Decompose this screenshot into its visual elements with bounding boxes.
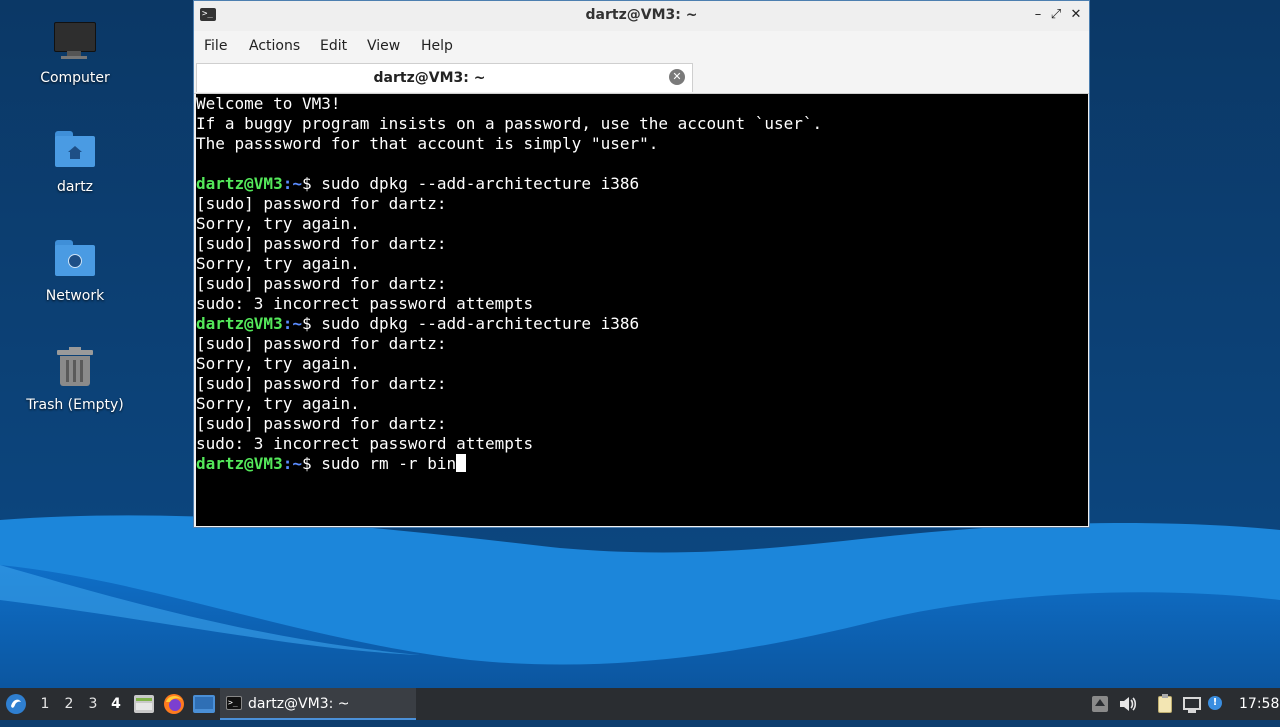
terminal-line: [sudo] password for dartz: [196, 234, 1088, 254]
terminal-line-text: Sorry, try again. [196, 354, 360, 373]
menu-actions[interactable]: Actions [249, 38, 300, 54]
update-notifier-icon[interactable]: ! [1208, 694, 1228, 714]
workspace-4[interactable]: 4 [106, 688, 126, 720]
desktop-icon-computer[interactable]: Computer [15, 20, 135, 86]
terminal-line: [sudo] password for dartz: [196, 274, 1088, 294]
menu-file[interactable]: File [204, 38, 227, 54]
app-menu-icon[interactable] [5, 693, 27, 715]
terminal-line-text: Sorry, try again. [196, 254, 360, 273]
text-cursor [456, 454, 467, 472]
prompt-path: :~ [282, 454, 302, 473]
firefox-icon[interactable] [163, 693, 185, 715]
terminal-line-text: [sudo] password for dartz: [196, 274, 447, 293]
desktop-icon-trash[interactable]: Trash (Empty) [15, 347, 135, 413]
terminal-window[interactable]: >_ dartz@VM3: ~ – ⤢ ✕ File Actions Edit … [193, 0, 1090, 528]
menu-help[interactable]: Help [421, 38, 453, 54]
prompt-path: :~ [282, 314, 302, 333]
terminal-line: dartz@VM3:~$ sudo dpkg --add-architectur… [196, 174, 1088, 194]
home-folder-icon [53, 129, 97, 173]
trash-icon [53, 347, 97, 391]
prompt-symbol: $ [301, 454, 322, 473]
task-label: dartz@VM3: ~ [248, 696, 350, 712]
terminal-line-text: [sudo] password for dartz: [196, 194, 447, 213]
terminal-line: [sudo] password for dartz: [196, 334, 1088, 354]
prompt-path: :~ [282, 174, 302, 193]
tab-terminal[interactable]: dartz@VM3: ~ ✕ [196, 63, 693, 92]
terminal-line: Sorry, try again. [196, 214, 1088, 234]
terminal-line-text: [sudo] password for dartz: [196, 414, 447, 433]
terminal-line-text: Sorry, try again. [196, 394, 360, 413]
desktop-icon-label: Computer [40, 70, 110, 86]
terminal-line-text: If a buggy program insists on a password… [196, 114, 823, 133]
computer-icon [53, 20, 97, 64]
window-title: dartz@VM3: ~ [585, 7, 698, 23]
terminal-line: dartz@VM3:~$ sudo dpkg --add-architectur… [196, 314, 1088, 334]
terminal-line: Welcome to VM3! [196, 94, 1088, 114]
command-text: sudo dpkg --add-architecture i386 [321, 314, 640, 333]
window-titlebar[interactable]: >_ dartz@VM3: ~ – ⤢ ✕ [194, 1, 1089, 32]
tab-bar: dartz@VM3: ~ ✕ [194, 61, 1089, 94]
desktop-icon-label: Trash (Empty) [26, 397, 124, 413]
terminal-line: sudo: 3 incorrect password attempts [196, 294, 1088, 314]
terminal-line: [sudo] password for dartz: [196, 374, 1088, 394]
terminal-line-text: Welcome to VM3! [196, 94, 341, 113]
taskbar: 1 2 3 4 >_ dartz@VM3: ~ ! 17:58 [0, 688, 1280, 720]
terminal-line: [sudo] password for dartz: [196, 414, 1088, 434]
tab-title: dartz@VM3: ~ [373, 70, 486, 86]
minimize-button[interactable]: – [1029, 5, 1047, 25]
workspace-1[interactable]: 1 [35, 688, 55, 720]
menu-edit[interactable]: Edit [320, 38, 347, 54]
close-button[interactable]: ✕ [1067, 5, 1085, 25]
terminal-line: [sudo] password for dartz: [196, 194, 1088, 214]
terminal-line: Sorry, try again. [196, 394, 1088, 414]
command-input[interactable]: sudo rm -r bin [321, 454, 456, 473]
workspace-3[interactable]: 3 [83, 688, 103, 720]
workspace-2[interactable]: 2 [59, 688, 79, 720]
desktop-icon-label: dartz [56, 179, 94, 195]
terminal-task-icon: >_ [226, 696, 242, 710]
terminal-line-text: [sudo] password for dartz: [196, 374, 447, 393]
terminal-line: The passsword for that account is simply… [196, 134, 1088, 154]
taskbar-task-terminal[interactable]: >_ dartz@VM3: ~ [220, 688, 416, 720]
show-desktop-icon[interactable] [193, 695, 215, 713]
terminal-line-text: [sudo] password for dartz: [196, 334, 447, 353]
network-icon[interactable] [1182, 694, 1202, 714]
network-folder-icon [53, 238, 97, 282]
volume-icon[interactable] [1118, 694, 1138, 714]
file-manager-icon[interactable] [134, 695, 154, 713]
terminal-line: If a buggy program insists on a password… [196, 114, 1088, 134]
prompt-user: dartz@VM3 [196, 454, 283, 473]
desktop-icon-home-folder[interactable]: dartz [15, 129, 135, 195]
terminal-line-text: [sudo] password for dartz: [196, 234, 447, 253]
prompt-user: dartz@VM3 [196, 314, 283, 333]
desktop-icon-label: Network [45, 288, 105, 304]
menu-view[interactable]: View [367, 38, 400, 54]
up-arrow-icon[interactable] [1090, 694, 1110, 714]
prompt-symbol: $ [301, 174, 322, 193]
menubar: File Actions Edit View Help [194, 31, 1089, 61]
clipboard-icon[interactable] [1155, 694, 1175, 714]
terminal-line: dartz@VM3:~$ sudo rm -r bin [196, 454, 1088, 474]
clock[interactable]: 17:58 [1239, 688, 1279, 720]
prompt-user: dartz@VM3 [196, 174, 283, 193]
terminal-line: Sorry, try again. [196, 254, 1088, 274]
terminal-line: sudo: 3 incorrect password attempts [196, 434, 1088, 454]
terminal-line: Sorry, try again. [196, 354, 1088, 374]
prompt-symbol: $ [301, 314, 322, 333]
terminal-line-text: Sorry, try again. [196, 214, 360, 233]
terminal-line-text: sudo: 3 incorrect password attempts [196, 294, 534, 313]
maximize-button[interactable]: ⤢ [1047, 5, 1065, 25]
tab-close-icon[interactable]: ✕ [669, 69, 685, 85]
terminal-line-text: sudo: 3 incorrect password attempts [196, 434, 534, 453]
desktop-icon-network[interactable]: Network [15, 238, 135, 304]
terminal-output[interactable]: Welcome to VM3! If a buggy program insist… [196, 94, 1088, 526]
terminal-line-text: The passsword for that account is simply… [196, 134, 659, 153]
command-text: sudo dpkg --add-architecture i386 [321, 174, 640, 193]
